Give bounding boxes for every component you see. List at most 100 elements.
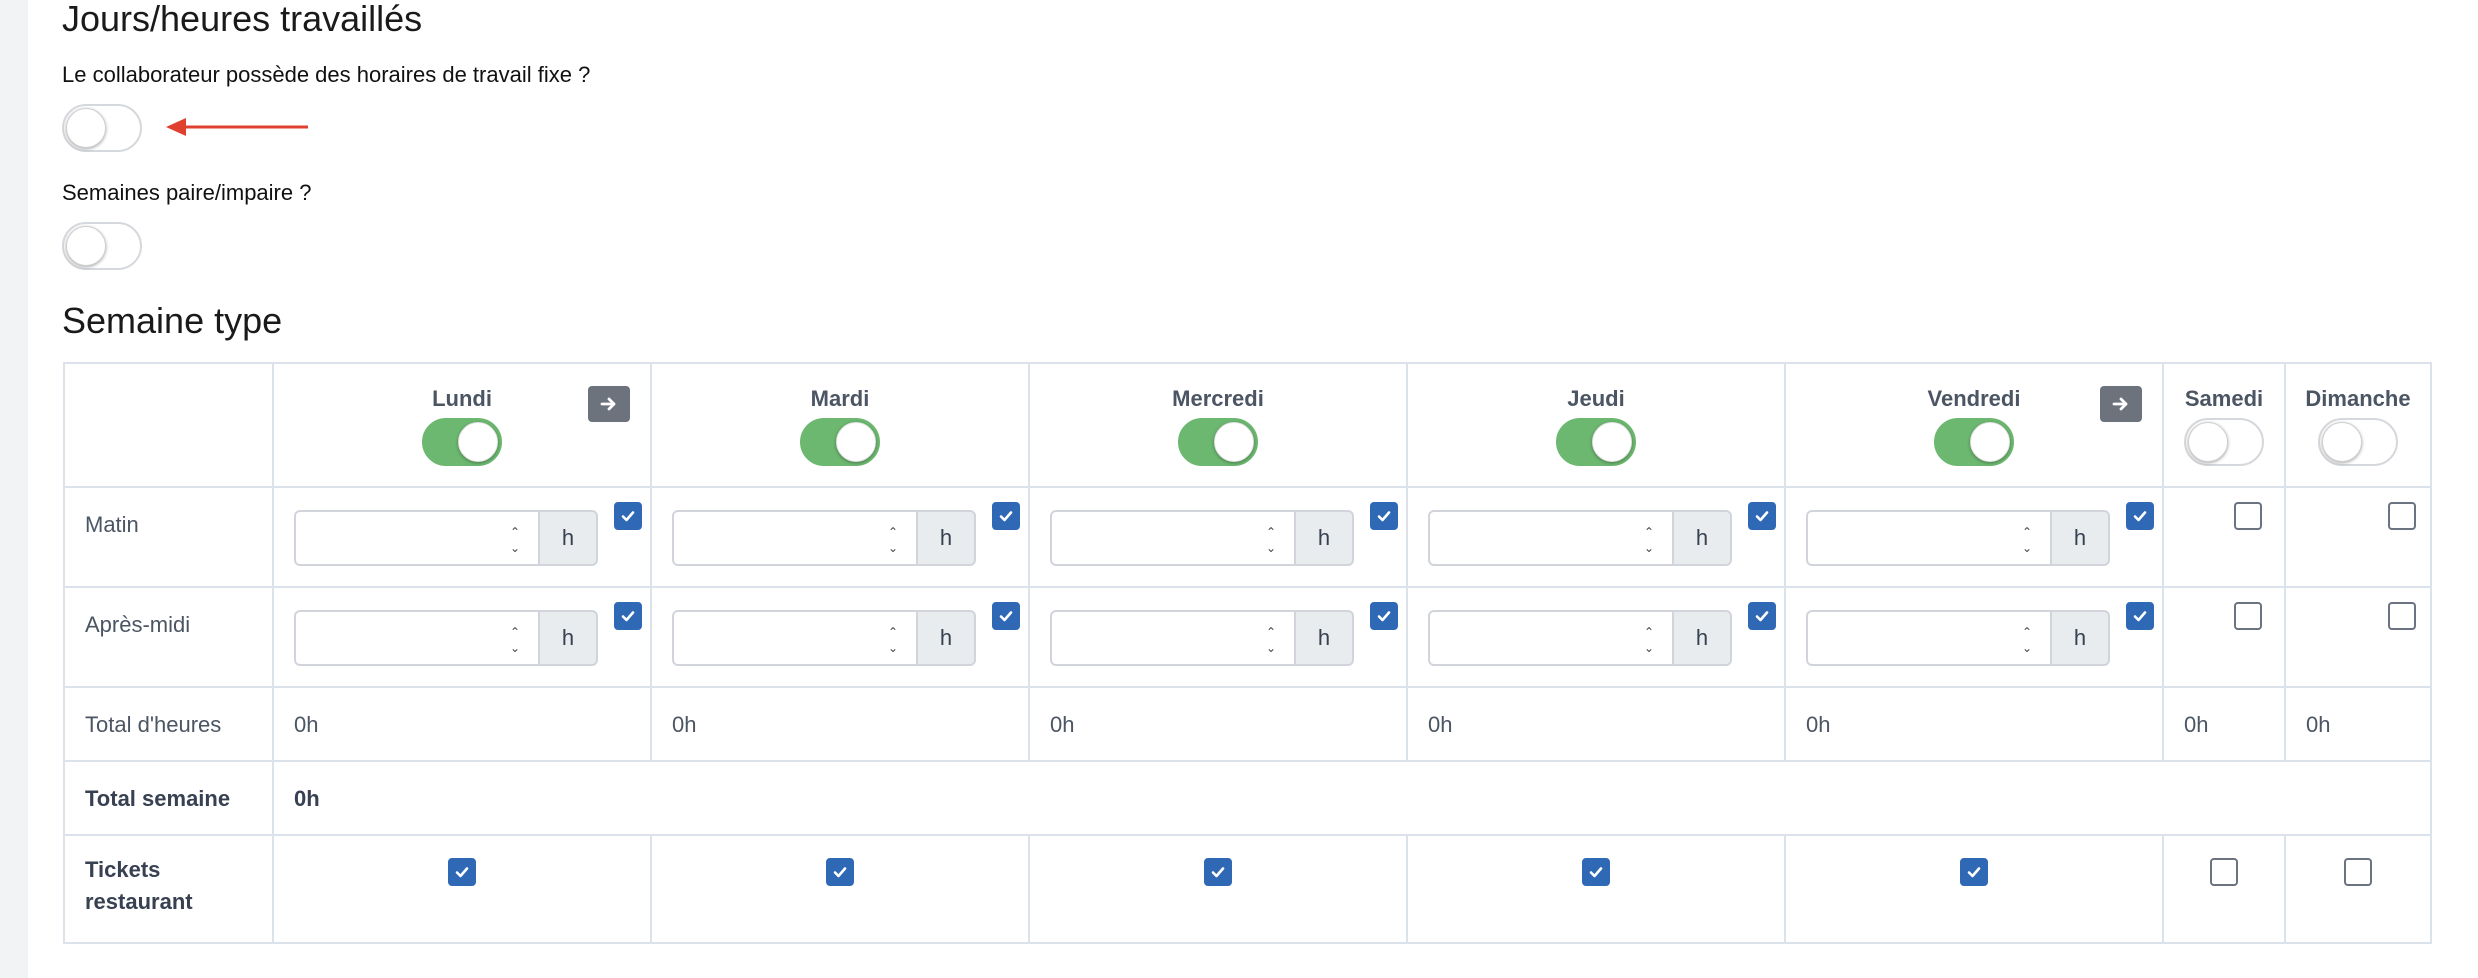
morning-checkbox[interactable] <box>1370 502 1398 530</box>
morning-checkbox[interactable] <box>614 502 642 530</box>
spinner-icon[interactable]: ⌃ ⌄ <box>1264 626 1278 654</box>
hours-input-group: ⌃ ⌄ h <box>1428 510 1732 566</box>
ticket-checkbox[interactable] <box>826 858 854 886</box>
hours-input-group: ⌃ ⌄ h <box>1428 610 1732 666</box>
ticket-checkbox[interactable] <box>1960 858 1988 886</box>
hours-unit: h <box>1672 610 1732 666</box>
spinner-icon[interactable]: ⌃ ⌄ <box>2020 526 2034 554</box>
hours-unit: h <box>538 610 598 666</box>
ticket-cell-jeudi <box>1406 834 1786 944</box>
day-toggle-mercredi[interactable] <box>1178 418 1258 466</box>
ticket-checkbox[interactable] <box>1582 858 1610 886</box>
hours-input-group: ⌃ ⌄ h <box>294 510 598 566</box>
afternoon-cell-dimanche <box>2284 586 2432 688</box>
hours-input-group: ⌃ ⌄ h <box>1806 510 2110 566</box>
day-header-jeudi: Jeudi <box>1406 362 1786 488</box>
afternoon-checkbox[interactable] <box>1370 602 1398 630</box>
copy-forward-button[interactable] <box>588 386 630 422</box>
afternoon-checkbox[interactable] <box>1748 602 1776 630</box>
ticket-cell-mercredi <box>1028 834 1408 944</box>
total-cell-lundi: 0h <box>272 686 652 762</box>
day-toggle-lundi[interactable] <box>422 418 502 466</box>
ticket-cell-dimanche <box>2284 834 2432 944</box>
total-hours-value: 0h <box>672 712 697 737</box>
morning-checkbox[interactable] <box>2388 502 2416 530</box>
afternoon-checkbox[interactable] <box>2126 602 2154 630</box>
hours-unit: h <box>1294 510 1354 566</box>
morning-checkbox[interactable] <box>1748 502 1776 530</box>
spinner-icon[interactable]: ⌃ ⌄ <box>508 626 522 654</box>
hours-unit: h <box>2050 510 2110 566</box>
afternoon-checkbox[interactable] <box>2234 602 2262 630</box>
section-title-week: Semaine type <box>62 300 283 341</box>
total-cell-samedi: 0h <box>2162 686 2286 762</box>
day-name: Mardi <box>810 386 870 411</box>
row-label-afternoon: Après-midi <box>63 586 274 688</box>
afternoon-checkbox[interactable] <box>614 602 642 630</box>
even-odd-label: Semaines paire/impaire ? <box>62 180 312 205</box>
spinner-icon[interactable]: ⌃ ⌄ <box>886 626 900 654</box>
spinner-icon[interactable]: ⌃ ⌄ <box>1264 526 1278 554</box>
even-odd-toggle[interactable] <box>62 222 142 270</box>
arrow-right-icon <box>600 397 616 411</box>
toggle-knob <box>1214 422 1254 462</box>
afternoon-cell-samedi <box>2162 586 2286 688</box>
spinner-icon[interactable]: ⌃ ⌄ <box>886 526 900 554</box>
hours-input[interactable]: ⌃ ⌄ <box>672 510 918 566</box>
ticket-checkbox[interactable] <box>2210 858 2238 886</box>
day-toggle-vendredi[interactable] <box>1934 418 2014 466</box>
toggle-knob <box>2322 422 2362 462</box>
hours-input-group: ⌃ ⌄ h <box>1050 510 1354 566</box>
day-toggle-dimanche[interactable] <box>2318 418 2398 466</box>
total-cell-dimanche: 0h <box>2284 686 2432 762</box>
total-hours-value: 0h <box>1428 712 1453 737</box>
hours-input-group: ⌃ ⌄ h <box>672 510 976 566</box>
spinner-icon[interactable]: ⌃ ⌄ <box>508 526 522 554</box>
morning-cell-mercredi: ⌃ ⌄ h <box>1028 486 1408 588</box>
row-label-morning: Matin <box>63 486 274 588</box>
copy-forward-button[interactable] <box>2100 386 2142 422</box>
hours-input-group: ⌃ ⌄ h <box>672 610 976 666</box>
toggle-knob <box>1970 422 2010 462</box>
week-total-value: 0h <box>294 786 320 811</box>
hours-input[interactable]: ⌃ ⌄ <box>672 610 918 666</box>
day-name: Mercredi <box>1172 386 1264 411</box>
hours-input[interactable]: ⌃ ⌄ <box>1806 610 2052 666</box>
afternoon-checkbox[interactable] <box>992 602 1020 630</box>
total-hours-value: 0h <box>2306 712 2331 737</box>
row-label-tickets: Tickets restaurant <box>63 834 274 944</box>
day-toggle-samedi[interactable] <box>2184 418 2264 466</box>
hours-input[interactable]: ⌃ ⌄ <box>1428 610 1674 666</box>
morning-cell-dimanche <box>2284 486 2432 588</box>
afternoon-cell-lundi: ⌃ ⌄ h <box>272 586 652 688</box>
day-header-mercredi: Mercredi <box>1028 362 1408 488</box>
ticket-checkbox[interactable] <box>448 858 476 886</box>
hours-input[interactable]: ⌃ ⌄ <box>294 510 540 566</box>
afternoon-checkbox[interactable] <box>2388 602 2416 630</box>
annotation-arrow-icon <box>166 118 308 136</box>
day-name: Samedi <box>2184 386 2264 411</box>
morning-cell-samedi <box>2162 486 2286 588</box>
morning-checkbox[interactable] <box>2234 502 2262 530</box>
total-hours-value: 0h <box>1050 712 1075 737</box>
morning-checkbox[interactable] <box>992 502 1020 530</box>
hours-input[interactable]: ⌃ ⌄ <box>1428 510 1674 566</box>
day-toggle-mardi[interactable] <box>800 418 880 466</box>
hours-input[interactable]: ⌃ ⌄ <box>1806 510 2052 566</box>
ticket-checkbox[interactable] <box>2344 858 2372 886</box>
hours-input[interactable]: ⌃ ⌄ <box>1050 510 1296 566</box>
ticket-checkbox[interactable] <box>1204 858 1232 886</box>
spinner-icon[interactable]: ⌃ ⌄ <box>1642 526 1656 554</box>
morning-checkbox[interactable] <box>2126 502 2154 530</box>
toggle-knob <box>458 422 498 462</box>
hours-input-group: ⌃ ⌄ h <box>1806 610 2110 666</box>
spinner-icon[interactable]: ⌃ ⌄ <box>2020 626 2034 654</box>
tickets-row: Tickets restaurant <box>63 834 2432 944</box>
hours-input[interactable]: ⌃ ⌄ <box>294 610 540 666</box>
spinner-icon[interactable]: ⌃ ⌄ <box>1642 626 1656 654</box>
fixed-hours-toggle[interactable] <box>62 104 142 152</box>
hours-input[interactable]: ⌃ ⌄ <box>1050 610 1296 666</box>
week-schedule-table: Lundi Mardi Mercredi Jeudi Vendredi Samedi Dim… <box>63 362 2432 944</box>
fixed-hours-label: Le collaborateur possède des horaires de… <box>62 62 591 87</box>
day-toggle-jeudi[interactable] <box>1556 418 1636 466</box>
